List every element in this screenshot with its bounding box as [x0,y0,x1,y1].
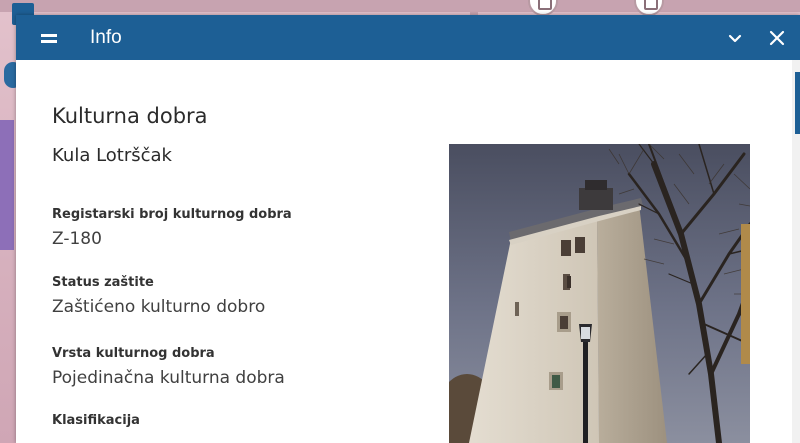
dialog-titlebar: Info [16,15,800,60]
field-label-registration-number: Registarski broj kulturnog dobra [52,207,292,222]
map-road [470,0,478,15]
dialog-content: Kulturna dobra Kula Lotrščak Registarski… [16,60,792,443]
field-label-protection-status: Status zaštite [52,275,154,290]
scrollbar-thumb[interactable] [795,72,800,134]
heritage-photo[interactable] [449,144,750,443]
close-icon[interactable] [766,27,788,49]
object-name: Kula Lotrščak [52,145,172,166]
map-marker-icon[interactable] [528,0,558,16]
map-road [0,0,800,12]
field-label-classification: Klasifikacija [52,413,140,428]
field-label-heritage-type: Vrsta kulturnog dobra [52,346,215,361]
map-marker-icon[interactable] [634,0,664,16]
info-dialog: Info Kulturna dobra Kula Lotrščak Regist… [16,15,800,443]
field-value-heritage-type: Pojedinačna kulturna dobra [52,368,285,388]
field-value-protection-status: Zaštićeno kulturno dobro [52,297,266,317]
map-area-strip [0,120,14,250]
section-title: Kulturna dobra [52,104,208,128]
hamburger-icon[interactable] [41,30,57,46]
chevron-down-icon[interactable] [724,28,746,48]
dialog-title: Info [90,27,122,48]
field-value-registration-number: Z-180 [52,229,102,249]
